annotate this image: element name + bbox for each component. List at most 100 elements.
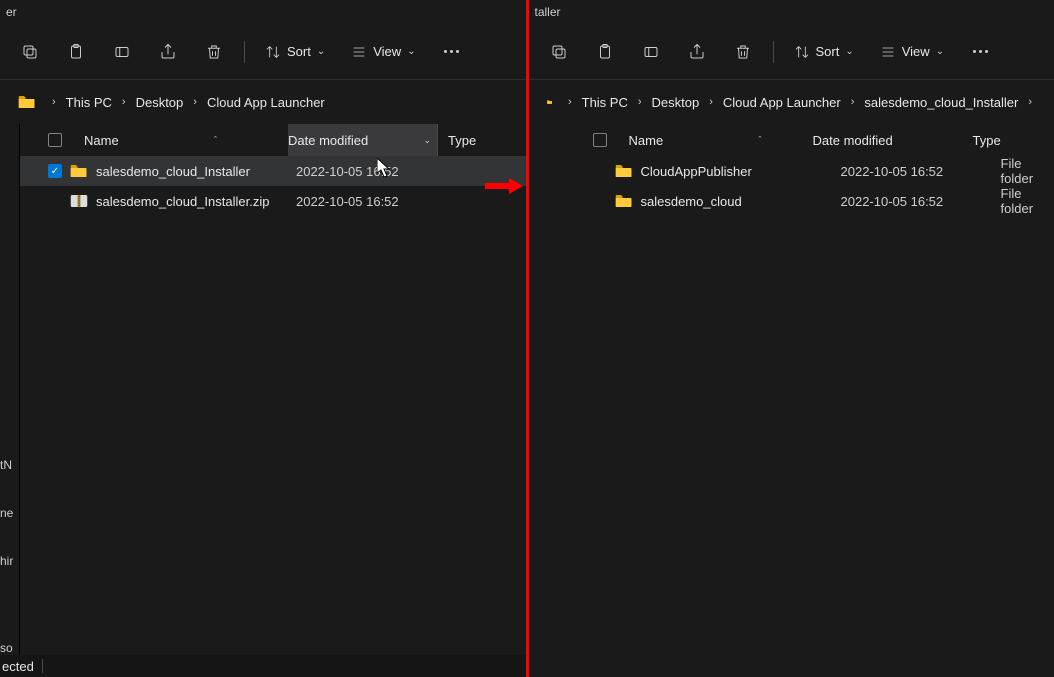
breadcrumb[interactable]: › This PC › Desktop › Cloud App Launcher xyxy=(0,80,526,124)
select-all-checkbox[interactable] xyxy=(48,133,62,147)
file-name: salesdemo_cloud_Installer.zip xyxy=(96,194,296,209)
nav-item[interactable]: tN xyxy=(0,458,19,472)
row-checkbox[interactable] xyxy=(48,164,62,178)
file-row[interactable]: salesdemo_cloud 2022-10-05 16:52 File fo… xyxy=(565,186,1054,216)
view-label: View xyxy=(902,44,930,59)
breadcrumb-item[interactable]: salesdemo_cloud_Installer xyxy=(860,93,1022,112)
annotation-arrow-icon xyxy=(485,178,523,194)
column-type[interactable]: Type xyxy=(438,124,526,156)
file-date: 2022-10-05 16:52 xyxy=(296,164,446,179)
file-row[interactable]: salesdemo_cloud_Installer 2022-10-05 16:… xyxy=(20,156,526,186)
sort-dropdown[interactable]: Sort ⌄ xyxy=(255,34,335,70)
file-name: CloudAppPublisher xyxy=(641,164,841,179)
delete-button[interactable] xyxy=(723,34,763,70)
chevron-down-icon: ⌄ xyxy=(845,46,853,57)
breadcrumb-separator: › xyxy=(122,96,126,108)
file-row[interactable]: CloudAppPublisher 2022-10-05 16:52 File … xyxy=(565,156,1054,186)
column-name[interactable]: Name ˆ xyxy=(48,124,288,156)
breadcrumb-separator: › xyxy=(193,96,197,108)
view-dropdown[interactable]: View ⌄ xyxy=(341,34,425,70)
file-name: salesdemo_cloud xyxy=(641,194,841,209)
status-text: ected xyxy=(2,659,34,674)
nav-item[interactable] xyxy=(0,262,19,267)
column-label: Name xyxy=(84,133,119,148)
nav-item[interactable] xyxy=(0,301,19,306)
file-row[interactable]: salesdemo_cloud_Installer.zip 2022-10-05… xyxy=(20,186,526,216)
sort-indicator-icon: ˆ xyxy=(214,135,287,145)
breadcrumb-item[interactable]: This PC xyxy=(578,93,632,112)
file-date: 2022-10-05 16:52 xyxy=(841,164,991,179)
column-label: Type xyxy=(973,133,1001,148)
sort-dropdown[interactable]: Sort ⌄ xyxy=(784,34,864,70)
breadcrumb-item[interactable]: Desktop xyxy=(132,93,188,112)
nav-item[interactable] xyxy=(0,222,19,227)
zip-icon xyxy=(70,194,88,208)
nav-item[interactable] xyxy=(0,183,19,188)
column-label: Type xyxy=(448,133,476,148)
chevron-down-icon: ⌄ xyxy=(317,46,325,57)
column-date-modified[interactable]: Date modified ⌄ xyxy=(288,124,438,156)
nav-item[interactable] xyxy=(0,340,19,345)
breadcrumb-item[interactable]: Cloud App Launcher xyxy=(203,93,329,112)
breadcrumb-separator: › xyxy=(52,96,56,108)
status-bar: ected xyxy=(0,655,526,677)
breadcrumb-item[interactable]: Cloud App Launcher xyxy=(719,93,845,112)
view-icon xyxy=(351,44,367,60)
folder-icon xyxy=(18,95,36,109)
view-dropdown[interactable]: View ⌄ xyxy=(870,34,954,70)
nav-item[interactable]: ne xyxy=(0,506,19,520)
column-label: Date modified xyxy=(288,133,368,148)
status-divider xyxy=(42,659,43,673)
chevron-down-icon: ⌄ xyxy=(407,46,415,57)
view-label: View xyxy=(373,44,401,59)
file-date: 2022-10-05 16:52 xyxy=(296,194,446,209)
rename-button[interactable] xyxy=(631,34,671,70)
breadcrumb-item[interactable]: This PC xyxy=(62,93,116,112)
breadcrumb-separator: › xyxy=(568,96,572,108)
file-list: Name ˆ Date modified Type CloudAppPublis… xyxy=(565,124,1054,677)
nav-pane-fragment xyxy=(529,124,565,677)
main-area: tN ne hir so Name ˆ Date modified ⌄ xyxy=(0,124,526,655)
toolbar: Sort ⌄ View ⌄ xyxy=(529,24,1054,80)
copy-button[interactable] xyxy=(56,34,96,70)
column-headers: Name ˆ Date modified ⌄ Type xyxy=(20,124,526,156)
breadcrumb-separator: › xyxy=(1028,96,1032,108)
copy-button[interactable] xyxy=(585,34,625,70)
nav-item[interactable]: so xyxy=(0,641,19,655)
window-title-remnant: taller xyxy=(529,0,1054,24)
column-label: Date modified xyxy=(813,133,893,148)
sort-indicator-icon: ˆ xyxy=(759,135,812,145)
rename-button[interactable] xyxy=(102,34,142,70)
cut-button[interactable] xyxy=(10,34,50,70)
column-dropdown-icon[interactable]: ⌄ xyxy=(417,135,437,146)
breadcrumb-separator: › xyxy=(638,96,642,108)
cut-button[interactable] xyxy=(539,34,579,70)
file-list: Name ˆ Date modified ⌄ Type salesdemo_cl… xyxy=(20,124,526,655)
folder-icon xyxy=(615,164,633,178)
sort-icon xyxy=(794,44,810,60)
breadcrumb-separator: › xyxy=(851,96,855,108)
share-button[interactable] xyxy=(148,34,188,70)
delete-button[interactable] xyxy=(194,34,234,70)
more-button[interactable] xyxy=(960,34,1000,70)
nav-item[interactable] xyxy=(0,379,19,384)
chevron-down-icon: ⌄ xyxy=(936,46,944,57)
nav-item[interactable] xyxy=(0,602,19,607)
column-date-modified[interactable]: Date modified xyxy=(813,124,963,156)
column-type[interactable]: Type xyxy=(963,124,1054,156)
sort-label: Sort xyxy=(287,44,311,59)
column-name[interactable]: Name ˆ xyxy=(593,124,813,156)
nav-item[interactable] xyxy=(0,144,19,149)
left-explorer-window: er Sort ⌄ View ⌄ › This PC › xyxy=(0,0,526,677)
breadcrumb-item[interactable]: Desktop xyxy=(648,93,704,112)
view-icon xyxy=(880,44,896,60)
select-all-checkbox[interactable] xyxy=(593,133,607,147)
file-name: salesdemo_cloud_Installer xyxy=(96,164,296,179)
share-button[interactable] xyxy=(677,34,717,70)
main-area: Name ˆ Date modified Type CloudAppPublis… xyxy=(529,124,1054,677)
nav-item[interactable] xyxy=(0,419,19,424)
more-button[interactable] xyxy=(432,34,472,70)
nav-item[interactable]: hir xyxy=(0,554,19,568)
breadcrumb[interactable]: › This PC › Desktop › Cloud App Launcher… xyxy=(529,80,1054,124)
toolbar: Sort ⌄ View ⌄ xyxy=(0,24,526,80)
